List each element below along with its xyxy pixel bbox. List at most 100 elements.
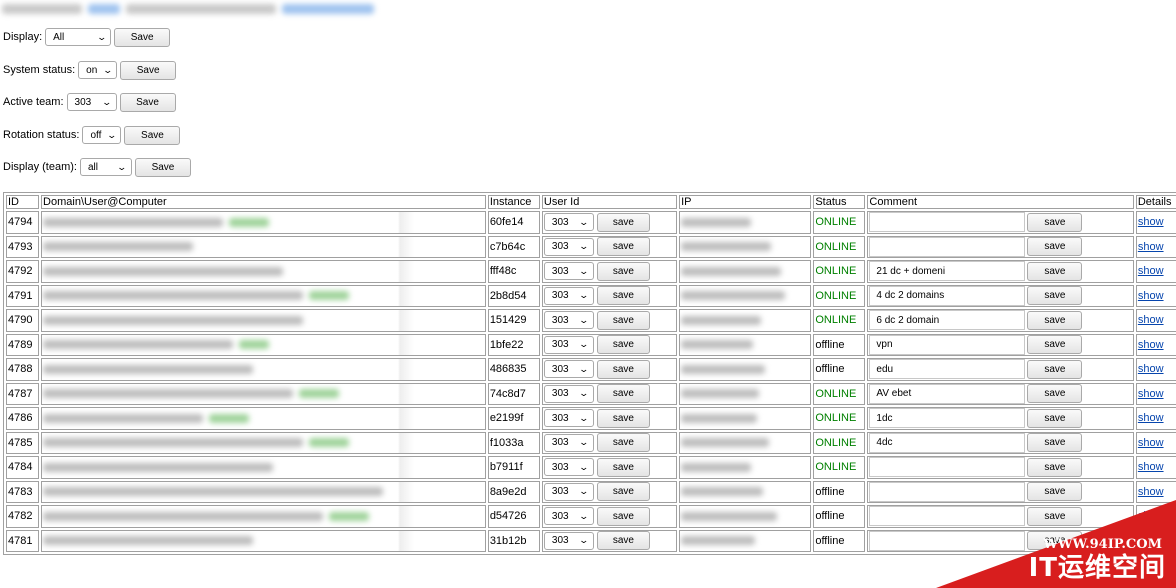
system-status-select[interactable]: on ⌄ <box>78 61 118 79</box>
display-team-select[interactable]: all ⌄ <box>79 158 132 176</box>
user-id-select[interactable]: 303 ⌄ <box>543 262 594 281</box>
show-link[interactable]: show <box>1138 486 1164 498</box>
show-link[interactable]: show <box>1138 412 1164 424</box>
comment-input[interactable]: 4dc <box>869 432 1026 453</box>
user-id-save-button[interactable]: save <box>596 335 650 355</box>
show-link[interactable]: show <box>1138 461 1164 473</box>
user-id-select[interactable]: 303 ⌄ <box>543 237 594 256</box>
user-id-save-button[interactable]: save <box>596 310 650 330</box>
comment-input[interactable]: 1dc <box>869 408 1026 429</box>
header-comment: Comment <box>867 195 1134 209</box>
user-id-save-button[interactable]: save <box>596 212 650 232</box>
row-user-id: 303 ⌄ save <box>541 480 678 503</box>
comment-save-button[interactable]: save <box>1027 457 1083 477</box>
comment-save-button[interactable]: save <box>1027 433 1083 453</box>
display-save-button[interactable]: Save <box>114 27 171 47</box>
chevron-down-icon: ⌄ <box>116 161 128 172</box>
user-id-select[interactable]: 303 ⌄ <box>543 335 594 354</box>
user-id-select[interactable]: 303 ⌄ <box>543 311 594 330</box>
user-id-save-button[interactable]: save <box>596 433 650 453</box>
row-ip <box>679 407 812 430</box>
row-ip <box>679 260 812 283</box>
display-select-value: All <box>53 31 65 43</box>
user-id-save-button[interactable]: save <box>596 482 650 502</box>
user-id-select[interactable]: 303 ⌄ <box>543 458 594 477</box>
user-id-save-button[interactable]: save <box>596 457 650 477</box>
show-link[interactable]: show <box>1138 314 1164 326</box>
show-link[interactable]: show <box>1138 437 1164 449</box>
row-status: offline <box>813 358 866 381</box>
comment-input[interactable]: AV ebet <box>869 383 1026 404</box>
comment-input[interactable]: 6 dc 2 domain <box>869 310 1026 331</box>
row-comment: 4 dc 2 domains save <box>867 284 1134 307</box>
row-details: show <box>1135 358 1176 381</box>
display-team-save-button[interactable]: Save <box>134 157 191 177</box>
user-id-save-button[interactable]: save <box>596 286 650 306</box>
row-id: 4790 <box>6 309 40 332</box>
show-link[interactable]: show <box>1138 363 1164 375</box>
user-id-save-button[interactable]: save <box>596 506 650 526</box>
show-link[interactable]: show <box>1138 290 1164 302</box>
comment-save-button[interactable]: save <box>1027 212 1083 232</box>
user-id-select[interactable]: 303 ⌄ <box>543 213 594 232</box>
comment-input[interactable]: 21 dc + domeni <box>869 261 1026 282</box>
header-domain-user-computer: Domain\User@Computer <box>41 195 486 209</box>
chevron-down-icon: ⌄ <box>578 241 590 252</box>
comment-save-button[interactable]: save <box>1027 359 1083 379</box>
user-id-save-button[interactable]: save <box>596 408 650 428</box>
row-domain-user-computer <box>41 284 486 307</box>
system-status-save-button[interactable]: Save <box>120 60 177 80</box>
active-team-save-button[interactable]: Save <box>119 92 176 112</box>
comment-save-button[interactable]: save <box>1027 335 1083 355</box>
comment-save-button[interactable]: save <box>1027 384 1083 404</box>
show-link[interactable]: show <box>1138 388 1164 400</box>
rotation-status-save-button[interactable]: Save <box>124 125 181 145</box>
comment-input[interactable]: vpn <box>869 334 1026 355</box>
row-user-id: 303 ⌄ save <box>541 358 678 381</box>
user-id-select[interactable]: 303 ⌄ <box>543 433 594 452</box>
row-id: 4783 <box>6 480 40 503</box>
comment-input[interactable] <box>869 457 1026 478</box>
header-ip: IP <box>679 195 812 209</box>
active-team-select[interactable]: 303 ⌄ <box>66 93 117 111</box>
show-link[interactable]: show <box>1138 241 1164 253</box>
show-link[interactable]: show <box>1138 339 1164 351</box>
row-ip <box>679 358 812 381</box>
row-comment: 1dc save <box>867 407 1134 430</box>
comment-save-button[interactable]: save <box>1027 286 1083 306</box>
row-id: 4782 <box>6 505 40 528</box>
user-id-select[interactable]: 303 ⌄ <box>543 360 594 379</box>
table-row: 4791 2b8d54 303 ⌄ save ONLINE 4 dc 2 domains sa… <box>6 284 1176 307</box>
comment-save-button[interactable]: save <box>1027 237 1083 257</box>
user-id-select[interactable]: 303 ⌄ <box>543 409 594 428</box>
comment-save-button[interactable]: save <box>1027 310 1083 330</box>
user-id-save-button[interactable]: save <box>596 531 650 551</box>
row-status: ONLINE <box>813 211 866 234</box>
comment-save-button[interactable]: save <box>1027 408 1083 428</box>
user-id-select[interactable]: 303 ⌄ <box>543 507 594 526</box>
user-id-select[interactable]: 303 ⌄ <box>543 286 594 305</box>
rotation-status-select[interactable]: off ⌄ <box>82 126 122 144</box>
comment-input[interactable]: 4 dc 2 domains <box>869 285 1026 306</box>
show-link[interactable]: show <box>1138 265 1164 277</box>
chevron-down-icon: ⌄ <box>578 461 590 472</box>
table-header-row: ID Domain\User@Computer Instance User Id… <box>6 195 1176 209</box>
row-comment: vpn save <box>867 333 1134 356</box>
comment-input[interactable] <box>869 236 1026 257</box>
user-id-save-button[interactable]: save <box>596 237 650 257</box>
user-id-save-button[interactable]: save <box>596 359 650 379</box>
user-id-select[interactable]: 303 ⌄ <box>543 482 594 501</box>
display-select[interactable]: All ⌄ <box>45 28 112 46</box>
comment-input[interactable]: edu <box>869 359 1026 380</box>
show-link[interactable]: show <box>1138 216 1164 228</box>
user-id-select[interactable]: 303 ⌄ <box>543 531 594 550</box>
row-comment: AV ebet save <box>867 382 1134 405</box>
comment-input[interactable] <box>869 212 1026 233</box>
row-ip <box>679 284 812 307</box>
user-id-save-button[interactable]: save <box>596 384 650 404</box>
comment-save-button[interactable]: save <box>1027 261 1083 281</box>
row-instance: e2199f <box>487 407 540 430</box>
user-id-save-button[interactable]: save <box>596 261 650 281</box>
user-id-select-value: 303 <box>551 535 569 547</box>
user-id-select[interactable]: 303 ⌄ <box>543 384 594 403</box>
